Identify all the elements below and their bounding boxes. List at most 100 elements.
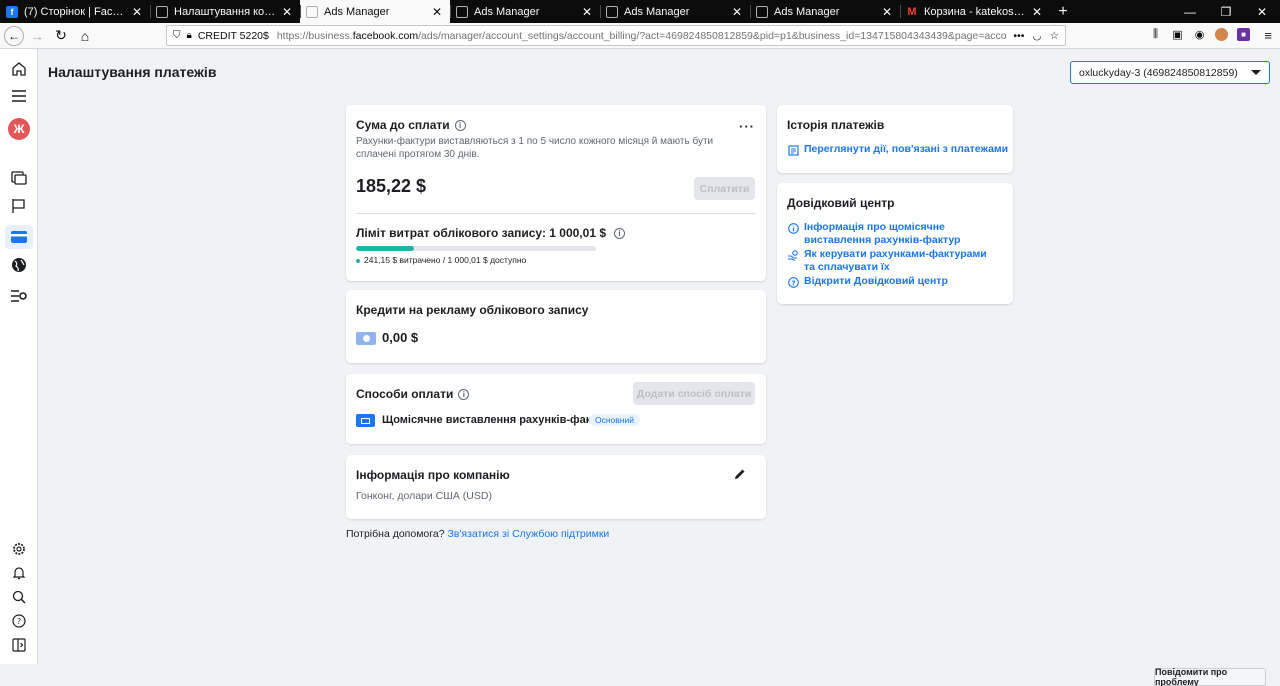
url-badge: CREDIT 5220$ — [197, 29, 269, 42]
back-icon[interactable]: ← — [4, 25, 24, 46]
new-tab-button[interactable]: + — [1050, 0, 1076, 23]
menu-icon[interactable]: ≡ — [1264, 28, 1272, 43]
extension-icon[interactable]: ■ — [1237, 28, 1250, 41]
bookmark-star-icon[interactable]: ☆ — [1050, 30, 1059, 42]
globe-icon[interactable] — [9, 255, 29, 275]
avatar[interactable]: Ж — [8, 118, 30, 140]
close-tab-icon[interactable]: ✕ — [430, 5, 444, 19]
browser-tab[interactable]: f (7) Сторінок | Facebook ✕ — [0, 0, 150, 23]
ad-credits-card: Кредити на рекламу облікового запису 0,0… — [346, 290, 766, 363]
monthly-invoicing-info-link[interactable]: Інформація про щомісячне виставлення рах… — [787, 221, 987, 247]
payment-methods-title: Способи оплати — [356, 387, 454, 401]
view-payment-activity-link[interactable]: Переглянути дії, пов'язані з платежами — [787, 143, 1008, 156]
minimize-icon[interactable]: — — [1172, 0, 1208, 23]
restore-icon[interactable]: ❐ — [1208, 0, 1244, 23]
open-help-center-text: Відкрити Довідковий центр — [804, 275, 948, 287]
url-prefix: https://business. — [276, 29, 353, 42]
card-title: Способи оплати i — [356, 387, 470, 401]
edit-pencil-icon[interactable] — [734, 468, 748, 482]
spent-text: 241,15 $ витрачено — [364, 255, 441, 265]
url-bar[interactable]: ⛉ 🔒︎ CREDIT 5220$ https://business.faceb… — [166, 25, 1066, 46]
payment-method-label: Щомісячне виставлення рахунків-фактур — [382, 414, 610, 426]
left-navigation-rail: Ж ? — [0, 49, 38, 664]
company-info-card: Інформація про компанію Гонконг, долари … — [346, 455, 766, 519]
browser-tab[interactable]: M Корзина - katekostyuk.iamkk@ ✕ — [900, 0, 1050, 23]
credit-coin-icon — [356, 332, 376, 345]
manage-invoices-link[interactable]: Як керувати рахунками-фактурами та сплач… — [787, 248, 997, 274]
bell-icon[interactable] — [9, 563, 29, 583]
available-text: 1 000,01 $ доступно — [447, 255, 527, 265]
close-tab-icon[interactable]: ✕ — [130, 5, 144, 19]
contact-support-link[interactable]: Зв'язатися зі Службою підтримки — [447, 528, 609, 540]
account-select[interactable]: oxluckyday-3 (469824850812859) — [1070, 61, 1270, 84]
amount-due-title: Сума до сплати — [356, 118, 450, 132]
close-tab-icon[interactable]: ✕ — [580, 5, 594, 19]
browser-tab[interactable]: Ads Manager ✕ — [750, 0, 900, 23]
ad-credits-title: Кредити на рекламу облікового запису — [356, 303, 589, 317]
url-rest: /ads/manager/account_settings/account_bi… — [418, 29, 1007, 42]
tab-title: (7) Сторінок | Facebook — [24, 5, 126, 18]
home-icon[interactable] — [9, 59, 29, 79]
reload-icon[interactable]: ↻ — [50, 25, 72, 47]
info-icon[interactable]: i — [458, 389, 470, 401]
lock-icon[interactable]: 🔒︎ — [187, 30, 192, 41]
svg-text:?: ? — [17, 617, 21, 626]
menu-icon[interactable] — [9, 86, 29, 106]
browser-tab[interactable]: Налаштування компанії ✕ — [150, 0, 300, 23]
forward-icon[interactable]: → — [26, 25, 48, 47]
company-info-title: Інформація про компанію — [356, 468, 510, 482]
account-icon[interactable]: ◉ — [1193, 28, 1206, 41]
page-actions-icon[interactable]: ••• — [1013, 30, 1024, 42]
spending-limit-text: Ліміт витрат облікового запису: 1 000,01… — [356, 226, 606, 240]
chevron-down-icon — [1251, 70, 1261, 75]
close-tab-icon[interactable]: ✕ — [730, 5, 744, 19]
ads-icon — [306, 5, 318, 18]
ads-icon — [156, 5, 168, 18]
sidebar-icon[interactable]: ▣ — [1171, 28, 1184, 41]
search-icon[interactable] — [9, 587, 29, 607]
help-text: Потрібна допомога? — [346, 528, 445, 540]
help-center-card: Довідковий центр Інформація про щомісячн… — [777, 183, 1013, 304]
campaigns-icon[interactable] — [9, 167, 29, 187]
help-center-title: Довідковий центр — [787, 196, 895, 210]
browser-nav-bar: ← → ↻ ⌂ ⛉ 🔒︎ CREDIT 5220$ https://busine… — [0, 23, 1280, 49]
page-title: Налаштування платежів — [48, 64, 217, 80]
primary-badge: Основний — [589, 414, 640, 426]
close-tab-icon[interactable]: ✕ — [280, 5, 294, 19]
hand-coins-icon — [787, 249, 799, 261]
library-icon[interactable]: ⫼ — [1149, 28, 1162, 41]
spent-dot-icon — [356, 258, 360, 263]
more-options-icon[interactable]: ··· — [739, 119, 755, 134]
info-icon[interactable]: i — [454, 120, 466, 132]
shield-icon[interactable]: ⛉ — [173, 30, 181, 41]
browser-tab-bar: f (7) Сторінок | Facebook ✕ Налаштування… — [0, 0, 1280, 23]
open-help-center-link[interactable]: ? Відкрити Довідковий центр — [787, 275, 948, 288]
browser-tab-active[interactable]: Ads Manager ✕ — [300, 0, 450, 23]
window-controls: — ❐ ✕ — [1172, 0, 1280, 23]
billing-icon[interactable] — [5, 225, 33, 249]
pay-button[interactable]: Сплатити — [694, 177, 755, 200]
add-payment-method-button[interactable]: Додати спосіб оплати — [633, 382, 755, 405]
ads-icon — [456, 5, 468, 18]
url-text[interactable]: https://business.facebook.com/ads/manage… — [277, 30, 1008, 42]
help-icon[interactable]: ? — [9, 611, 29, 631]
info-icon[interactable]: i — [614, 228, 625, 240]
gear-icon[interactable] — [9, 539, 29, 559]
payment-history-card: Історія платежів Переглянути дії, пов'яз… — [777, 105, 1013, 173]
browser-tab[interactable]: Ads Manager ✕ — [450, 0, 600, 23]
pocket-icon[interactable]: ◡ — [1032, 30, 1041, 42]
close-window-icon[interactable]: ✕ — [1244, 0, 1280, 23]
home-icon[interactable]: ⌂ — [74, 25, 96, 47]
panel-toggle-icon[interactable] — [9, 635, 29, 655]
extension-icon[interactable] — [1215, 28, 1228, 41]
close-tab-icon[interactable]: ✕ — [880, 5, 894, 19]
close-tab-icon[interactable]: ✕ — [1030, 5, 1044, 19]
company-info-text: Гонконг, долари США (USD) — [356, 490, 492, 502]
browser-tab[interactable]: Ads Manager ✕ — [600, 0, 750, 23]
ads-icon — [756, 5, 768, 18]
report-problem-button[interactable]: Повідомити про проблему — [1154, 667, 1266, 686]
settings-list-icon[interactable] — [9, 286, 29, 306]
flag-icon[interactable] — [9, 196, 29, 216]
gmail-icon: M — [907, 5, 917, 18]
ad-credits-value: 0,00 $ — [382, 330, 419, 345]
